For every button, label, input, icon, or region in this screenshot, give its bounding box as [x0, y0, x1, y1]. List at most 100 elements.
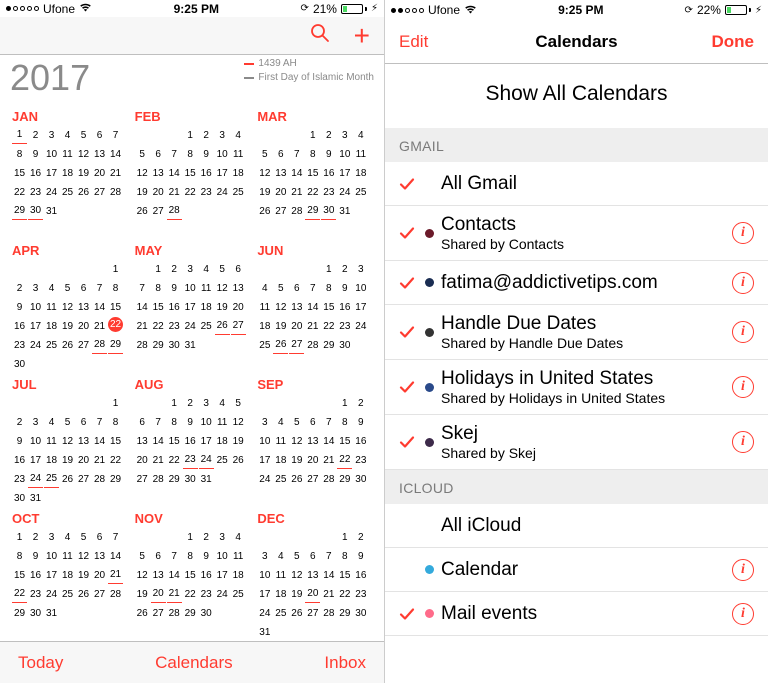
day-cell[interactable]: 22	[108, 317, 123, 332]
day-cell[interactable]: 6	[273, 145, 288, 163]
day-cell[interactable]: 22	[337, 451, 352, 469]
day-cell[interactable]: 8	[108, 413, 123, 431]
day-cell[interactable]: 5	[289, 547, 304, 565]
day-cell[interactable]: 20	[76, 451, 91, 469]
day-cell[interactable]: 26	[231, 451, 246, 469]
day-cell[interactable]: 15	[151, 298, 166, 316]
day-cell[interactable]: 21	[289, 183, 304, 201]
day-cell[interactable]: 10	[353, 279, 368, 297]
day-cell[interactable]: 22	[183, 183, 198, 201]
day-cell[interactable]: 22	[337, 585, 352, 603]
month-feb[interactable]: FEB1234567891011121314151617181920212223…	[133, 105, 256, 239]
year-calendar-grid[interactable]: JAN1234567891011121314151617181920212223…	[0, 105, 384, 641]
checkmark-icon[interactable]	[399, 434, 421, 450]
calendar-row[interactable]: SkejShared by Skeji	[385, 415, 768, 470]
day-cell[interactable]: 20	[305, 451, 320, 469]
day-cell[interactable]: 27	[76, 470, 91, 488]
day-cell[interactable]: 11	[44, 298, 59, 316]
day-cell[interactable]: 28	[305, 336, 320, 354]
day-cell[interactable]: 22	[183, 585, 198, 603]
day-cell[interactable]: 3	[44, 126, 59, 144]
day-cell[interactable]: 11	[199, 279, 214, 297]
day-cell[interactable]: 23	[12, 470, 27, 488]
day-cell[interactable]: 3	[257, 413, 272, 431]
day-cell[interactable]: 12	[273, 298, 288, 316]
day-cell[interactable]: 28	[135, 336, 150, 354]
day-cell[interactable]: 4	[273, 547, 288, 565]
checkmark-icon[interactable]	[399, 324, 421, 340]
day-cell[interactable]: 16	[183, 432, 198, 450]
day-cell[interactable]: 24	[28, 470, 43, 488]
info-button[interactable]: i	[724, 559, 754, 581]
day-cell[interactable]: 12	[257, 164, 272, 182]
day-cell[interactable]: 1	[183, 126, 198, 144]
day-cell[interactable]: 26	[135, 202, 150, 220]
day-cell[interactable]: 20	[76, 317, 91, 335]
day-cell[interactable]: 13	[76, 298, 91, 316]
day-cell[interactable]: 10	[257, 432, 272, 450]
day-cell[interactable]: 17	[337, 164, 352, 182]
day-cell[interactable]: 6	[305, 413, 320, 431]
day-cell[interactable]: 1	[108, 260, 123, 278]
day-cell[interactable]: 19	[289, 451, 304, 469]
calendar-row[interactable]: fatima@addictivetips.comi	[385, 261, 768, 305]
day-cell[interactable]: 27	[305, 470, 320, 488]
day-cell[interactable]: 12	[135, 566, 150, 584]
day-cell[interactable]: 12	[289, 566, 304, 584]
day-cell[interactable]: 11	[215, 413, 230, 431]
day-cell[interactable]: 3	[44, 528, 59, 546]
day-cell[interactable]: 23	[183, 451, 198, 469]
day-cell[interactable]: 24	[257, 470, 272, 488]
day-cell[interactable]: 7	[167, 145, 182, 163]
day-cell[interactable]: 3	[337, 126, 352, 144]
day-cell[interactable]: 24	[215, 183, 230, 201]
day-cell[interactable]: 20	[151, 585, 166, 603]
day-cell[interactable]: 2	[167, 260, 182, 278]
day-cell[interactable]: 29	[305, 202, 320, 220]
day-cell[interactable]: 13	[305, 566, 320, 584]
day-cell[interactable]: 12	[76, 547, 91, 565]
day-cell[interactable]: 15	[108, 298, 123, 316]
day-cell[interactable]: 25	[199, 317, 214, 335]
day-cell[interactable]: 14	[289, 164, 304, 182]
day-cell[interactable]: 21	[321, 451, 336, 469]
day-cell[interactable]: 29	[12, 604, 27, 622]
day-cell[interactable]: 30	[199, 604, 214, 622]
day-cell[interactable]: 11	[44, 432, 59, 450]
day-cell[interactable]: 7	[151, 413, 166, 431]
day-cell[interactable]: 9	[28, 145, 43, 163]
day-cell[interactable]: 12	[60, 432, 75, 450]
day-cell[interactable]: 23	[167, 317, 182, 335]
day-cell[interactable]: 2	[12, 279, 27, 297]
day-cell[interactable]: 17	[353, 298, 368, 316]
day-cell[interactable]: 21	[92, 451, 107, 469]
day-cell[interactable]: 16	[199, 566, 214, 584]
day-cell[interactable]: 28	[92, 336, 107, 354]
day-cell[interactable]: 8	[108, 279, 123, 297]
day-cell[interactable]: 22	[151, 317, 166, 335]
day-cell[interactable]: 25	[353, 183, 368, 201]
day-cell[interactable]: 3	[183, 260, 198, 278]
day-cell[interactable]: 12	[60, 298, 75, 316]
day-cell[interactable]: 2	[199, 528, 214, 546]
day-cell[interactable]: 19	[60, 317, 75, 335]
day-cell[interactable]: 25	[215, 451, 230, 469]
day-cell[interactable]: 1	[305, 126, 320, 144]
day-cell[interactable]: 21	[321, 585, 336, 603]
day-cell[interactable]: 13	[151, 566, 166, 584]
day-cell[interactable]: 16	[28, 566, 43, 584]
day-cell[interactable]: 29	[183, 604, 198, 622]
day-cell[interactable]: 17	[215, 164, 230, 182]
day-cell[interactable]: 26	[135, 604, 150, 622]
day-cell[interactable]: 25	[231, 183, 246, 201]
day-cell[interactable]: 8	[183, 145, 198, 163]
day-cell[interactable]: 14	[108, 145, 123, 163]
day-cell[interactable]: 7	[289, 145, 304, 163]
day-cell[interactable]: 14	[321, 432, 336, 450]
day-cell[interactable]: 17	[199, 432, 214, 450]
calendar-row[interactable]: All iCloud	[385, 504, 768, 548]
day-cell[interactable]: 5	[215, 260, 230, 278]
day-cell[interactable]: 21	[151, 451, 166, 469]
day-cell[interactable]: 2	[12, 413, 27, 431]
calendar-row[interactable]: Handle Due DatesShared by Handle Due Dat…	[385, 305, 768, 360]
